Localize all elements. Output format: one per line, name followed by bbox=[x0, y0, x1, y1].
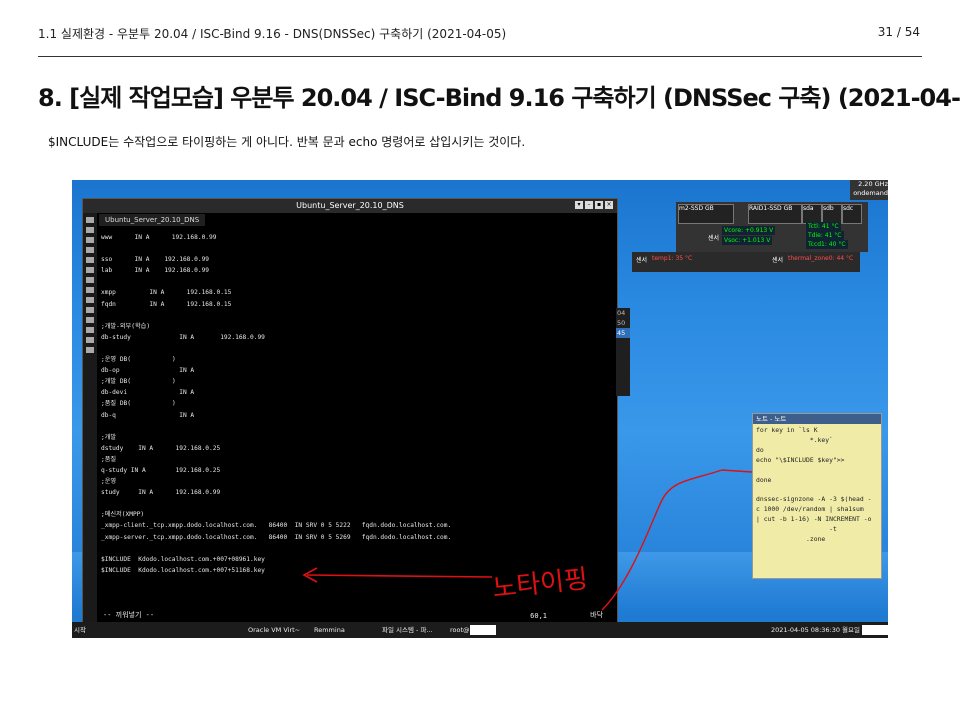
breadcrumb: 1.1 실제환경 - 우분투 20.04 / ISC-Bind 9.16 - D… bbox=[38, 27, 507, 41]
arrow-line bbox=[306, 574, 493, 578]
annotation-text: 노타이핑 bbox=[491, 564, 589, 604]
taskbar-item[interactable]: 파일 시스템 - 파... bbox=[382, 624, 433, 636]
taskbar-item[interactable]: Remmina bbox=[314, 624, 345, 636]
taskbar-item[interactable]: root@ bbox=[450, 624, 470, 636]
taskbar-item[interactable]: Oracle VM Virt~ bbox=[248, 624, 300, 636]
header-divider bbox=[38, 56, 922, 57]
start-button[interactable]: 시작 bbox=[74, 624, 86, 636]
redacted-box bbox=[862, 625, 888, 635]
redacted-box bbox=[470, 625, 496, 635]
connector-curve bbox=[601, 469, 753, 611]
page-number: 31 / 54 bbox=[877, 25, 920, 39]
description: $INCLUDE는 수작업으로 타이핑하는 게 아니다. 반복 문과 echo … bbox=[48, 135, 526, 149]
desktop-screenshot: Ubuntu_Server_20.10_DNS ▾ – ▪ × Ubuntu_S… bbox=[72, 180, 888, 638]
red-annotation: 노타이핑 bbox=[302, 469, 753, 611]
taskbar: 시작 Oracle VM Virt~ Remmina 파일 시스템 - 파...… bbox=[72, 622, 888, 638]
clock: 2021-04-05 08:36:30 월요일 bbox=[770, 626, 860, 634]
page-title: 8. [실제 작업모습] 우분투 20.04 / ISC-Bind 9.16 구… bbox=[38, 84, 960, 112]
